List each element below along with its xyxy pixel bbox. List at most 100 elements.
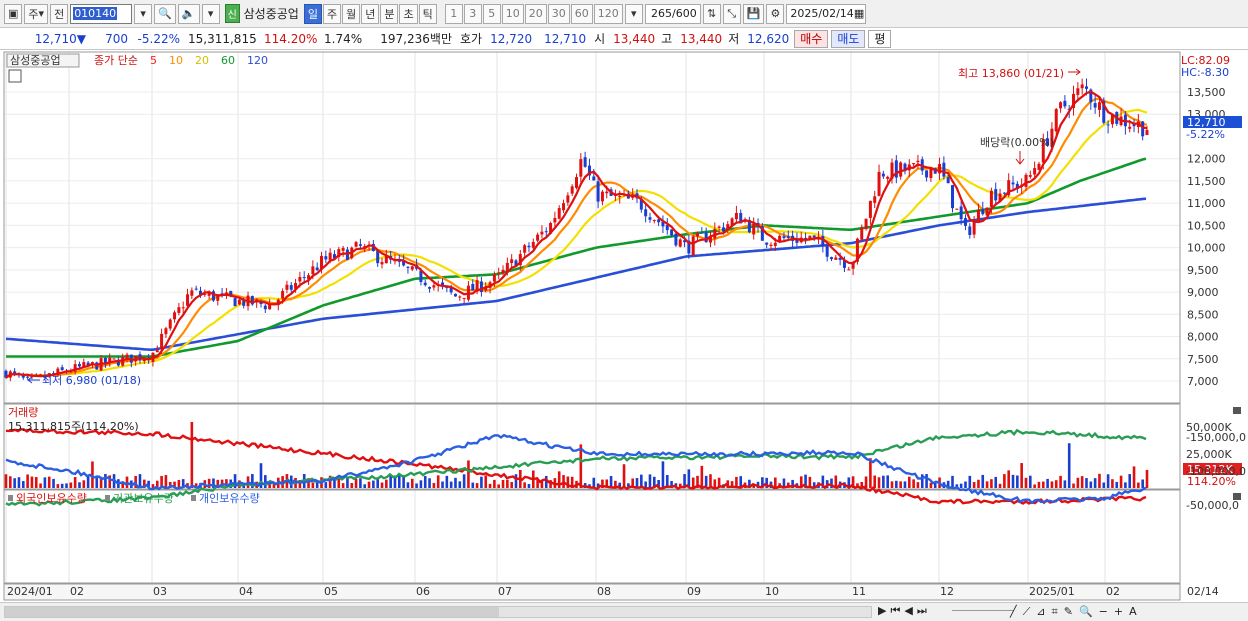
gear-icon[interactable]: ⚙: [766, 3, 785, 24]
period-tab-1[interactable]: 주: [322, 3, 342, 24]
interval-button-10[interactable]: 10: [501, 3, 524, 24]
interval-button-20[interactable]: 20: [524, 3, 547, 24]
interval-dropdown-icon[interactable]: ▾: [624, 3, 643, 24]
candle-body-192: [834, 257, 838, 260]
volume-bar-92: [402, 475, 405, 488]
candle-body-231: [1002, 192, 1006, 194]
volume-bar-209: [907, 476, 911, 488]
prev-button[interactable]: 전: [50, 3, 69, 24]
chart-tool-icon[interactable]: ⇅: [702, 3, 721, 24]
draw-tool-icon[interactable]: ⤡: [722, 3, 741, 24]
volume-bar-97: [423, 476, 427, 488]
volume-bar-120: [523, 482, 526, 488]
volume-bar-223: [968, 475, 972, 488]
date-field[interactable]: 2025/02/14 ▦: [786, 3, 867, 24]
volume-bar-213: [925, 474, 928, 488]
plus-icon[interactable]: +: [1114, 605, 1123, 619]
candle-body-202: [877, 171, 881, 196]
volume-bar-256: [1111, 479, 1114, 488]
x-axis-label-3: 04: [239, 585, 253, 598]
candle-body-250: [1084, 86, 1088, 89]
high-value: 13,440: [680, 31, 723, 46]
draw-text-icon[interactable]: ✎: [1064, 605, 1073, 619]
scroll-thumb[interactable]: [5, 607, 499, 617]
sound-icon[interactable]: 🔈: [177, 3, 200, 24]
code-dropdown-icon[interactable]: ▾: [134, 3, 153, 24]
code-value: 010140: [73, 7, 118, 20]
candle-body-78: [341, 247, 345, 251]
volume-bar-99: [432, 482, 436, 488]
grid-toggle-icon[interactable]: [8, 69, 22, 83]
period-tab-2[interactable]: 월: [342, 3, 361, 24]
minus-icon[interactable]: −: [1099, 605, 1108, 619]
legend-type: 종가 단순: [94, 54, 138, 67]
volume-bar-237: [1029, 475, 1032, 488]
candle-body-98: [428, 287, 432, 289]
draw-trend-icon[interactable]: ⟋: [1023, 605, 1031, 619]
high-label: 고: [661, 32, 673, 46]
interval-button-30[interactable]: 30: [547, 3, 570, 24]
buy-button[interactable]: 매수: [794, 29, 829, 48]
candle-body-218: [946, 177, 950, 184]
volume-bar-224: [972, 482, 976, 488]
volume-panel-close-icon[interactable]: [1233, 407, 1241, 414]
ma-legend-60: 60: [221, 54, 235, 67]
volume-bar-242: [1050, 481, 1054, 488]
text-a-icon[interactable]: A: [1129, 605, 1137, 619]
candle-body-87: [380, 262, 384, 265]
period-tab-6[interactable]: 틱: [418, 3, 437, 24]
volume-bar-102: [445, 475, 449, 488]
interval-button-60[interactable]: 60: [570, 3, 593, 24]
zoom-slider[interactable]: [952, 610, 1014, 611]
ma-legend-20: 20: [195, 54, 209, 67]
volume-bar-9: [43, 477, 47, 488]
calendar-icon[interactable]: ▦: [854, 7, 864, 20]
market-select[interactable]: 주 ▾: [24, 3, 49, 24]
draw-fib-icon[interactable]: ⊿: [1036, 605, 1045, 619]
x-axis-end-label: 02/14: [1187, 585, 1219, 598]
next-icon[interactable]: ⏭: [917, 604, 927, 618]
volume-bar-231: [1003, 474, 1006, 488]
interval-button-5[interactable]: 5: [482, 3, 501, 24]
period-tab-4[interactable]: 분: [380, 3, 399, 24]
save-icon[interactable]: 💾: [742, 3, 765, 24]
code-input[interactable]: 010140: [70, 3, 133, 24]
volume-bar-238: [1033, 484, 1036, 488]
price-y-tick-9: 8,500: [1187, 308, 1219, 321]
search-icon[interactable]: 🔍: [154, 3, 176, 24]
candle-body-252: [1093, 103, 1097, 108]
interval-button-3[interactable]: 3: [463, 3, 482, 24]
period-tab-5[interactable]: 초: [399, 3, 418, 24]
draw-line-icon[interactable]: ╱: [1010, 605, 1017, 619]
candle-body-142: [618, 195, 622, 197]
play-icon[interactable]: ▶: [878, 604, 886, 618]
count-field[interactable]: 265/600: [644, 3, 701, 24]
first-icon[interactable]: ⏮: [890, 604, 900, 618]
price-y-tick-2: 12,000: [1187, 153, 1226, 166]
period-tab-3[interactable]: 년: [361, 3, 380, 24]
window-icon[interactable]: ▣: [4, 3, 23, 24]
holdings-panel-close-icon[interactable]: [1233, 493, 1241, 500]
volume-bar-3: [17, 477, 21, 488]
volume-bar-7: [34, 477, 38, 488]
scroll-track[interactable]: [4, 606, 872, 618]
period-tab-0[interactable]: 일: [303, 3, 322, 24]
eval-button[interactable]: 평: [868, 29, 892, 48]
candle-body-54: [237, 299, 241, 305]
candle-body-249: [1080, 84, 1084, 89]
candle-body-71: [311, 266, 315, 275]
down-arrow-icon: ▼: [76, 31, 86, 46]
interval-button-120[interactable]: 120: [593, 3, 623, 24]
chart-area[interactable]: 삼성중공업 종가 단순 5 10 20 60 120 LC:82.09 HC:-8.30…: [0, 50, 1248, 602]
prev-icon[interactable]: ◀: [904, 604, 912, 618]
sound-dropdown-icon[interactable]: ▾: [201, 3, 220, 24]
interval-button-1[interactable]: 1: [444, 3, 463, 24]
candle-body-99: [432, 285, 436, 288]
sell-button[interactable]: 매도: [831, 29, 866, 48]
draw-box-icon[interactable]: ⌗: [1052, 605, 1058, 619]
chart-svg[interactable]: 삼성중공업 종가 단순 5 10 20 60 120 LC:82.09 HC:-8.30…: [0, 50, 1248, 602]
quote-bar: 12,710▼ 700 -5.22% 15,311,815 114.20% 1.…: [0, 28, 1248, 50]
interval-buttons: 1 3 5 10 20 30 60 120: [444, 3, 623, 24]
volume-bar-252: [1093, 478, 1097, 488]
zoom-icon[interactable]: 🔍: [1079, 605, 1093, 619]
